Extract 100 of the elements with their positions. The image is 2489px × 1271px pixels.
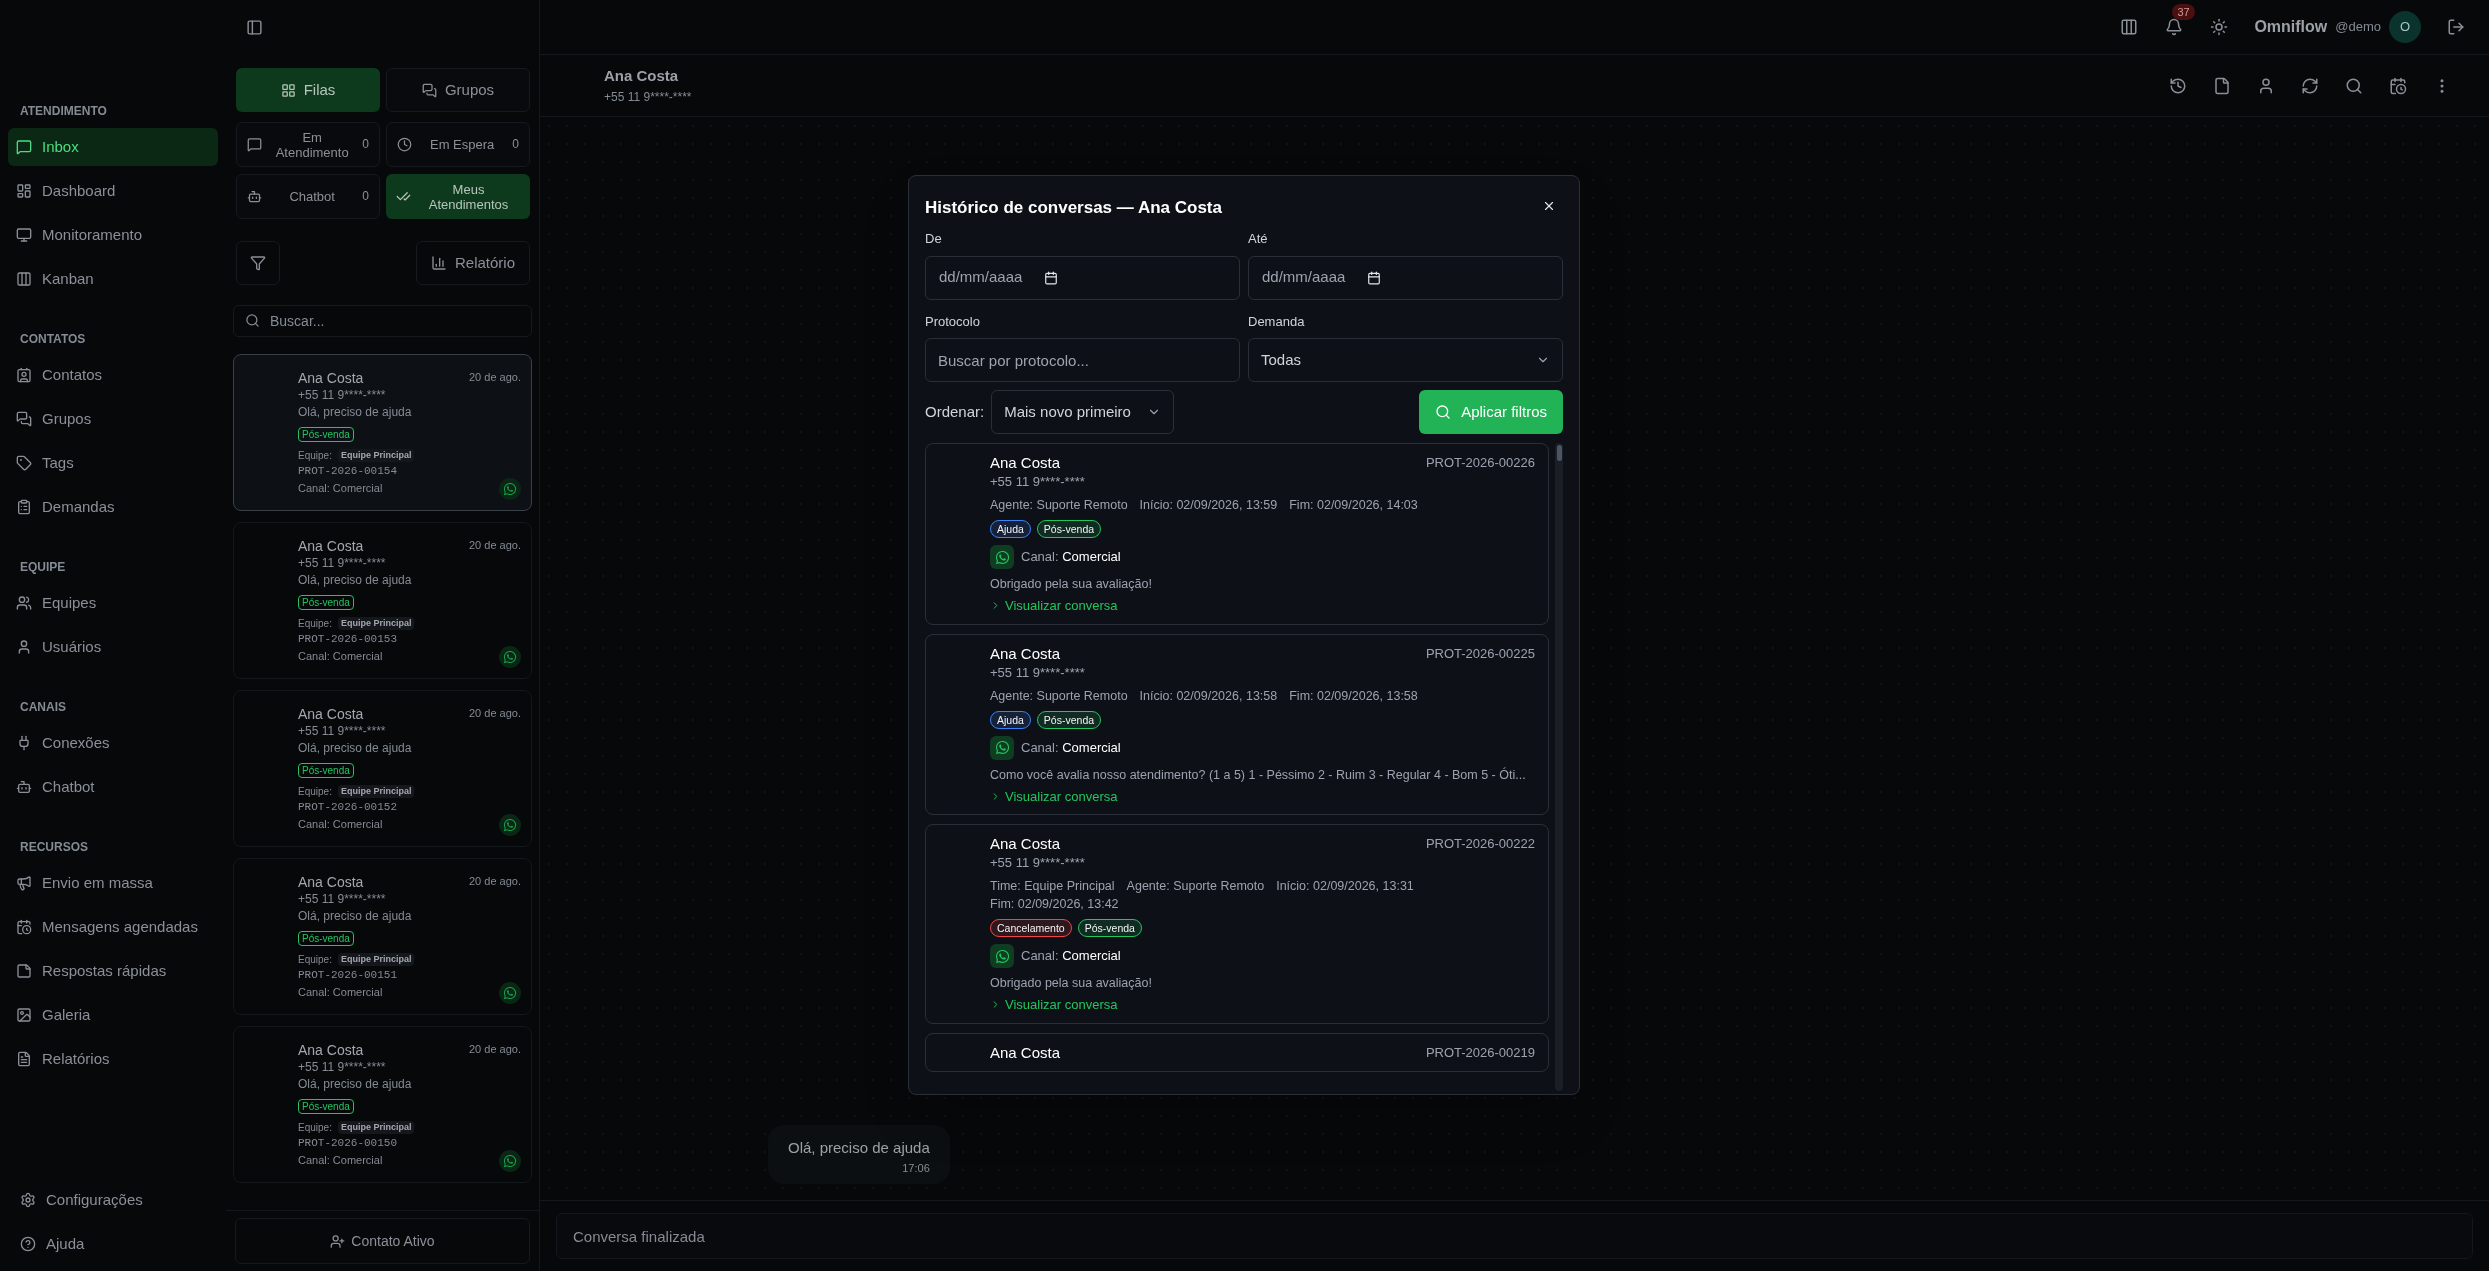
view-conversation-link[interactable]: Visualizar conversa (990, 786, 1118, 806)
input-field[interactable]: Buscar por protocolo... (925, 338, 1240, 382)
refresh-icon[interactable] (2301, 76, 2319, 95)
sidebar-item[interactable]: Mensagens agendadas (8, 908, 218, 946)
close-icon[interactable] (1542, 199, 1556, 213)
chat-bubbles-icon (16, 411, 32, 427)
sidebar-item[interactable]: Respostas rápidas (8, 952, 218, 990)
conversation-card[interactable]: Ana Costa 20 de ago. +55 11 9****-**** Olá, preciso de ajuda Pós-venda Equipe: Equipe Principal PROT-2026-00152 Canal: Comercial (233, 690, 532, 847)
tab[interactable]: Filas (236, 68, 380, 112)
clock-icon (397, 137, 412, 152)
field-label: Até (1248, 230, 1268, 248)
date-field[interactable]: dd/mm/aaaa (1248, 255, 1563, 300)
sidebar-item[interactable]: Tags (8, 444, 218, 482)
field-label: De (925, 230, 942, 248)
protocol-number: PROT-2026-00152 (298, 800, 398, 815)
team-badge: Equipe Principal (337, 784, 415, 799)
bot-icon (16, 779, 32, 795)
contact-name: Ana Costa (990, 1042, 1061, 1063)
section-heading: CONTATOS (20, 331, 86, 347)
channel-label: Canal: Comercial (298, 1153, 383, 1168)
conversation-card[interactable]: Ana Costa 20 de ago. +55 11 9****-**** Olá, preciso de ajuda Pós-venda Equipe: Equipe Principal PROT-2026-00150 Canal: Comercial (233, 1026, 532, 1183)
search-field[interactable]: Buscar... (233, 305, 532, 337)
date-label: 20 de ago. (469, 874, 521, 889)
meta-text: Agente: Suporte Remoto (990, 687, 1128, 705)
tab[interactable]: Grupos (386, 68, 530, 112)
conversation-card[interactable]: Ana Costa 20 de ago. +55 11 9****-**** Olá, preciso de ajuda Pós-venda Equipe: Equipe Principal PROT-2026-00154 Canal: Comercial (233, 354, 532, 511)
user-icon[interactable] (2257, 76, 2275, 95)
search-icon (1435, 404, 1452, 420)
status-filter[interactable]: Meus Atendimentos (386, 174, 530, 219)
sort-select[interactable]: Mais novo primeiro (991, 390, 1174, 434)
sidebar-item[interactable]: Configurações (8, 1181, 218, 1219)
tag-icon (16, 455, 32, 471)
columns-icon (16, 271, 32, 287)
demand-select[interactable]: Todas (1248, 338, 1563, 382)
date-field[interactable]: dd/mm/aaaa (925, 255, 1240, 300)
sort-label: Ordenar: (925, 401, 985, 422)
sidebar-item[interactable]: Inbox (8, 128, 218, 166)
sidebar-item[interactable]: Ajuda (8, 1225, 218, 1263)
sidebar-item[interactable]: Equipes (8, 584, 218, 622)
calendar-clock-icon[interactable] (2389, 76, 2407, 95)
date-label: 20 de ago. (469, 706, 521, 721)
tag: Pós-venda (1036, 520, 1102, 538)
message-text: Olá, preciso de ajuda (788, 1138, 930, 1158)
channel-label: Canal: Comercial (1021, 947, 1121, 966)
user-avatar[interactable]: O (2389, 11, 2421, 43)
search-icon[interactable] (2345, 76, 2363, 95)
search-icon (245, 313, 260, 328)
sidebar-item[interactable]: Envio em massa (8, 864, 218, 902)
conversation-card[interactable]: Ana Costa 20 de ago. +55 11 9****-**** Olá, preciso de ajuda Pós-venda Equipe: Equipe Principal PROT-2026-00151 Canal: Comercial (233, 858, 532, 1015)
channel-label: Canal: Comercial (1021, 548, 1121, 567)
contact-name: Ana Costa (298, 369, 364, 387)
bell-icon[interactable] (2165, 18, 2184, 36)
sidebar-item[interactable]: Contatos (8, 356, 218, 394)
conversation-card[interactable]: Ana Costa 20 de ago. +55 11 9****-**** Olá, preciso de ajuda Pós-venda Equipe: Equipe Principal PROT-2026-00153 Canal: Comercial (233, 522, 532, 679)
file-icon[interactable] (2213, 76, 2231, 95)
scrollbar[interactable] (1555, 443, 1563, 1091)
phone-number: +55 11 9****-**** (298, 891, 386, 908)
calendar-clock-icon (16, 919, 32, 935)
status-filter[interactable]: Em Atendimento 0 (236, 122, 380, 167)
plug-icon (16, 735, 32, 751)
sun-icon[interactable] (2210, 18, 2229, 36)
sidebar-item[interactable]: Demandas (8, 488, 218, 526)
sidebar-item[interactable]: Grupos (8, 400, 218, 438)
bar-chart-icon (430, 255, 447, 271)
whatsapp-icon (990, 545, 1014, 569)
sidebar-item[interactable]: Dashboard (8, 172, 218, 210)
status-filter[interactable]: Em Espera 0 (386, 122, 530, 167)
sidebar-item[interactable]: Conexões (8, 724, 218, 762)
phone-number: +55 11 9****-**** (990, 473, 1085, 491)
section-heading: CANAIS (20, 699, 66, 715)
team-badge: Equipe Principal (337, 1120, 415, 1135)
new-contact-button[interactable]: Contato Ativo (235, 1218, 530, 1264)
logout-icon[interactable] (2447, 18, 2465, 36)
whatsapp-icon (990, 735, 1014, 760)
contact-name: Ana Costa (298, 1041, 364, 1059)
status-filter[interactable]: Chatbot 0 (236, 174, 380, 219)
meta-text: Agente: Suporte Remoto (1126, 878, 1265, 895)
meta-text: Fim: 02/09/2026, 13:42 (990, 896, 1119, 913)
phone-number: +55 11 9****-**** (298, 387, 386, 404)
grid-icon (280, 82, 296, 98)
sidebar-item[interactable]: Usuários (8, 628, 218, 666)
team-badge: Equipe Principal (337, 616, 415, 631)
columns-icon[interactable] (2120, 18, 2139, 36)
phone-number: +55 11 9****-**** (298, 723, 386, 740)
panel-toggle-icon[interactable] (246, 19, 263, 36)
sidebar-item[interactable]: Galeria (8, 996, 218, 1034)
brand-name: Omniflow (2254, 17, 2328, 37)
channel-label: Canal: Comercial (298, 985, 383, 1000)
history-icon[interactable] (2169, 76, 2187, 95)
view-conversation-link[interactable]: Visualizar conversa (990, 596, 1118, 616)
tag: Pós-venda (1036, 710, 1102, 729)
sidebar-item[interactable]: Chatbot (8, 768, 218, 806)
view-conversation-link[interactable]: Visualizar conversa (990, 995, 1118, 1015)
sidebar-item[interactable]: Monitoramento (8, 216, 218, 254)
protocol-number: PROT-2026-00151 (298, 968, 398, 983)
channel-label: Canal: Comercial (298, 649, 383, 664)
sidebar-item[interactable]: Kanban (8, 260, 218, 298)
sidebar-item[interactable]: Relatórios (8, 1040, 218, 1078)
filter-button[interactable] (236, 241, 280, 285)
report-button[interactable]: Relatório (415, 241, 530, 285)
